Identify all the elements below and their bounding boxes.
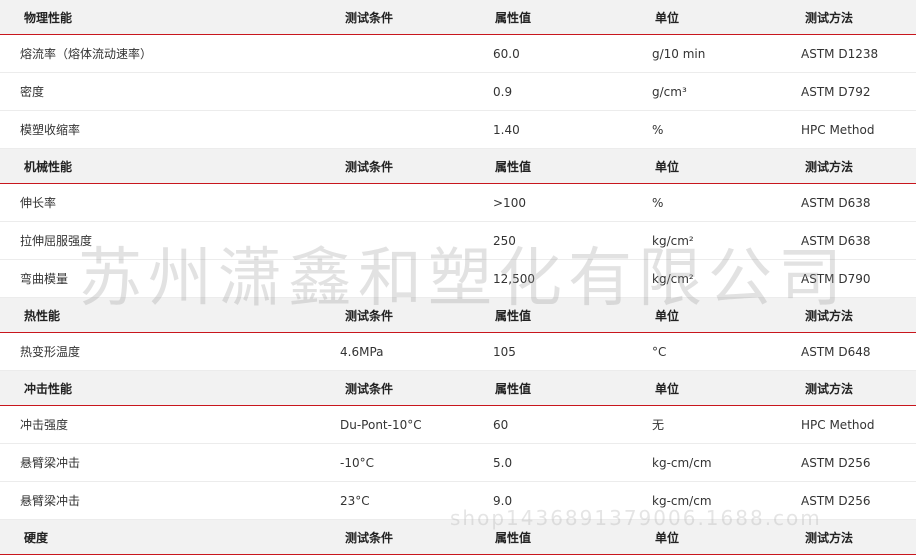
test-method: HPC Method [801, 417, 875, 432]
test-method: ASTM D792 [801, 84, 871, 99]
property-value: >100 [493, 195, 526, 210]
test-method: ASTM D256 [801, 493, 871, 508]
column-header: 属性值 [495, 10, 532, 25]
column-header: 测试方法 [805, 530, 854, 545]
column-header: 属性值 [495, 308, 532, 323]
table-row: 悬臂梁冲击 23°C 9.0 kg-cm/cm ASTM D256 [0, 482, 916, 520]
column-header: 属性值 [495, 159, 532, 174]
table-row: 悬臂梁冲击 -10°C 5.0 kg-cm/cm ASTM D256 [0, 444, 916, 482]
test-condition: 23°C [340, 493, 370, 508]
column-header: 测试方法 [805, 159, 854, 174]
section-header: 热性能 测试条件 属性值 单位 测试方法 [0, 298, 916, 333]
column-header: 测试方法 [805, 381, 854, 396]
column-header: 单位 [655, 308, 680, 323]
test-method: ASTM D638 [801, 195, 871, 210]
property-value: 105 [493, 344, 516, 359]
unit: % [652, 195, 664, 210]
property-name: 悬臂梁冲击 [20, 494, 81, 508]
test-condition: Du-Pont-10°C [340, 417, 422, 432]
test-method: ASTM D790 [801, 271, 871, 286]
column-header: 单位 [655, 381, 680, 396]
unit: kg-cm/cm [652, 455, 712, 470]
test-method: ASTM D1238 [801, 46, 879, 61]
column-header: 测试条件 [345, 10, 394, 25]
column-header: 单位 [655, 159, 680, 174]
property-name: 熔流率（熔体流动速率） [20, 47, 153, 61]
table-row: 伸长率 >100% ASTM D638 [0, 184, 916, 222]
unit: 无 [652, 418, 665, 432]
column-header: 单位 [655, 10, 680, 25]
property-value: 9.0 [493, 493, 513, 508]
unit: kg/cm² [652, 271, 694, 286]
property-name: 密度 [20, 85, 45, 99]
column-header: 测试方法 [805, 10, 854, 25]
test-condition: -10°C [340, 455, 374, 470]
column-header: 属性值 [495, 381, 532, 396]
property-value: 60.0 [493, 46, 520, 61]
table-row: 模塑收缩率 1.40% HPC Method [0, 111, 916, 149]
table-row: 密度 0.9 g/cm³ ASTM D792 [0, 73, 916, 111]
section-header: 物理性能 测试条件 属性值 单位 测试方法 [0, 0, 916, 35]
property-value: 5.0 [493, 455, 513, 470]
section-title: 热性能 [24, 308, 61, 323]
table-row: 热变形温度 4.6MPa 105 °C ASTM D648 [0, 333, 916, 371]
property-name: 热变形温度 [20, 345, 81, 359]
property-value: 0.9 [493, 84, 513, 99]
table-row: 熔流率（熔体流动速率） 60.0 g/10 min ASTM D1238 [0, 35, 916, 73]
property-name: 悬臂梁冲击 [20, 456, 81, 470]
unit: % [652, 122, 664, 137]
unit: °C [652, 344, 667, 359]
section-header: 机械性能 测试条件 属性值 单位 测试方法 [0, 149, 916, 184]
unit: g/cm³ [652, 84, 687, 99]
section-header: 冲击性能 测试条件 属性值 单位 测试方法 [0, 371, 916, 406]
test-condition: 4.6MPa [340, 344, 384, 359]
column-header: 测试条件 [345, 530, 394, 545]
property-value: 60 [493, 417, 509, 432]
column-header: 属性值 [495, 530, 532, 545]
property-value: 1.40 [493, 122, 520, 137]
property-name: 模塑收缩率 [20, 123, 81, 137]
test-method: ASTM D648 [801, 344, 871, 359]
unit: kg/cm² [652, 233, 694, 248]
column-header: 测试条件 [345, 381, 394, 396]
unit: kg-cm/cm [652, 493, 712, 508]
test-method: ASTM D638 [801, 233, 871, 248]
unit: g/10 min [652, 46, 706, 61]
column-header: 测试条件 [345, 308, 394, 323]
column-header: 测试条件 [345, 159, 394, 174]
section-title: 硬度 [24, 530, 49, 545]
property-name: 弯曲模量 [20, 272, 69, 286]
section-title: 冲击性能 [24, 381, 73, 396]
property-value: 250 [493, 233, 516, 248]
property-value: 12,500 [493, 271, 535, 286]
column-header: 单位 [655, 530, 680, 545]
section-title: 物理性能 [24, 10, 73, 25]
test-method: HPC Method [801, 122, 875, 137]
table-row: 冲击强度 Du-Pont-10°C 60 无 HPC Method [0, 406, 916, 444]
property-name: 冲击强度 [20, 418, 69, 432]
section-title: 机械性能 [24, 159, 73, 174]
test-method: ASTM D256 [801, 455, 871, 470]
table-row: 弯曲模量 12,500 kg/cm² ASTM D790 [0, 260, 916, 298]
column-header: 测试方法 [805, 308, 854, 323]
property-name: 伸长率 [20, 196, 57, 210]
properties-table: 物理性能 测试条件 属性值 单位 测试方法 熔流率（熔体流动速率） 60.0 g/10 min… [0, 0, 916, 555]
table-row: 拉伸屈服强度 250 kg/cm² ASTM D638 [0, 222, 916, 260]
property-name: 拉伸屈服强度 [20, 234, 93, 248]
section-header: 硬度 测试条件 属性值 单位 测试方法 [0, 520, 916, 555]
